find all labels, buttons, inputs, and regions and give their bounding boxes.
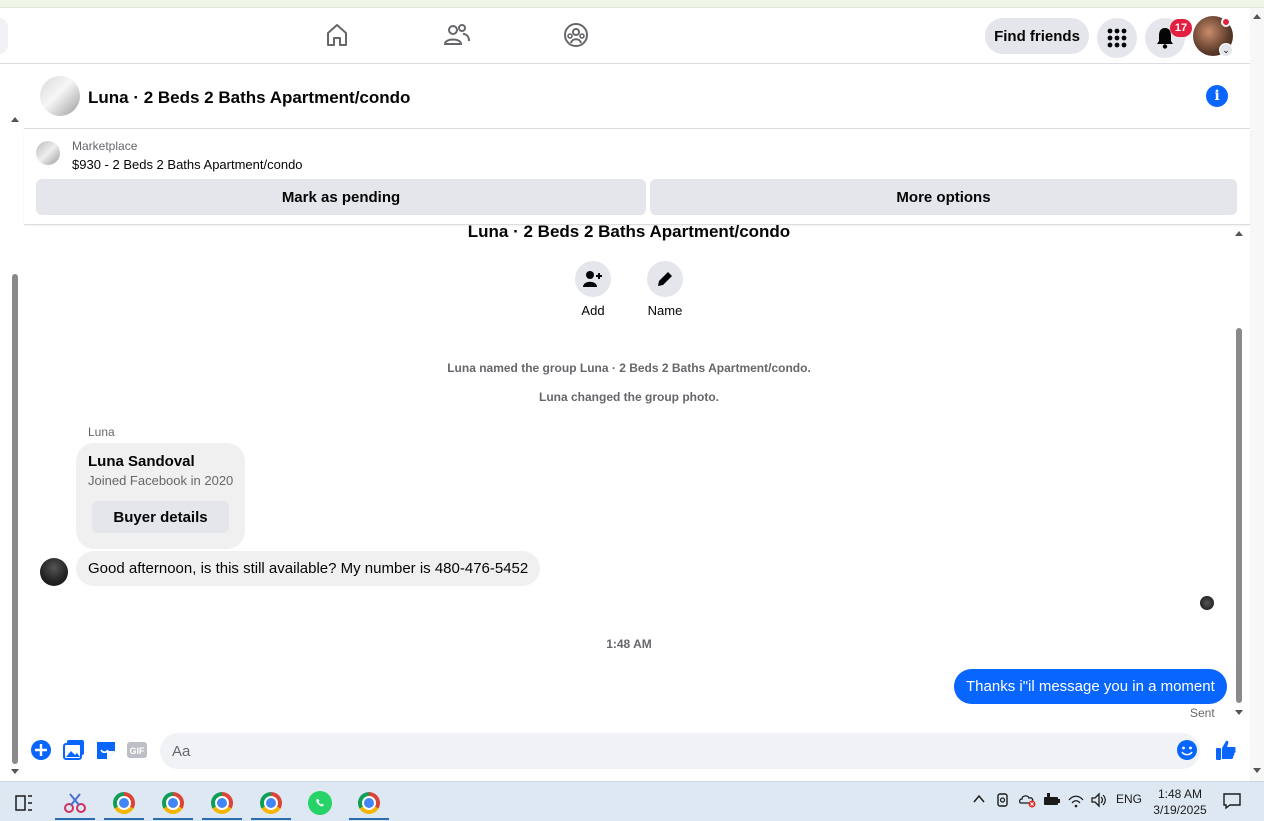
system-message: Luna changed the group photo.: [539, 390, 719, 404]
meet-now-icon[interactable]: [996, 792, 1010, 811]
plus-circle-icon[interactable]: [30, 739, 52, 761]
sender-avatar[interactable]: [40, 558, 68, 586]
buyer-details-button[interactable]: Buyer details: [92, 501, 229, 533]
chevron-up-icon[interactable]: [972, 792, 986, 809]
buyer-name: Luna Sandoval: [88, 453, 195, 470]
marketplace-label: Marketplace: [72, 139, 138, 153]
marketplace-bar: Marketplace $930 - 2 Beds 2 Baths Apartm…: [24, 129, 1250, 225]
clock-date: 3/19/2025: [1153, 803, 1207, 817]
chrome-icon[interactable]: [349, 786, 389, 820]
chrome-icon[interactable]: [104, 786, 144, 820]
incoming-message[interactable]: Good afternoon, is this still available?…: [76, 551, 541, 586]
chat-window: Luna · 2 Beds 2 Baths Apartment/condo i …: [24, 64, 1250, 781]
language-indicator[interactable]: ENG: [1116, 792, 1142, 806]
browser-top-strip: [0, 0, 1264, 8]
add-person-icon[interactable]: [575, 261, 611, 297]
home-icon[interactable]: [323, 21, 351, 49]
find-friends-button[interactable]: Find friends: [985, 18, 1089, 54]
wifi-icon[interactable]: [1067, 792, 1085, 811]
chat-header: Luna · 2 Beds 2 Baths Apartment/condo i: [24, 64, 1250, 129]
add-label: Add: [581, 303, 605, 318]
outer-scrollbar[interactable]: [8, 112, 22, 780]
sent-status: Sent: [1190, 706, 1215, 720]
battery-icon[interactable]: [1043, 792, 1061, 811]
thumbs-up-icon[interactable]: [1215, 739, 1237, 761]
system-message: Luna named the group Luna · 2 Beds 2 Bat…: [447, 361, 811, 375]
snipping-tool-icon[interactable]: [55, 786, 95, 820]
listing-summary[interactable]: $930 - 2 Beds 2 Baths Apartment/condo: [72, 157, 303, 172]
system-clock[interactable]: 1:48 AM 3/19/2025: [1150, 786, 1210, 818]
name-action[interactable]: Name: [635, 261, 695, 318]
chat-title[interactable]: Luna · 2 Beds 2 Baths Apartment/condo: [88, 88, 410, 108]
buyer-profile-card: Luna Sandoval Joined Facebook in 2020 Bu…: [76, 443, 245, 549]
notification-badge: 17: [1170, 19, 1192, 37]
listing-mini-thumbnail: [36, 141, 60, 165]
windows-taskbar: ENG 1:48 AM 3/19/2025: [0, 781, 1264, 821]
friends-icon[interactable]: [443, 21, 471, 49]
outgoing-message[interactable]: Thanks i"il message you in a moment: [954, 669, 1227, 704]
groups-icon[interactable]: [562, 21, 590, 49]
message-input[interactable]: [160, 733, 1200, 769]
chrome-icon[interactable]: [153, 786, 193, 820]
message-composer: GIF: [24, 726, 1250, 776]
clock-time: 1:48 AM: [1157, 787, 1203, 801]
page-scrollbar[interactable]: [1250, 8, 1264, 781]
chrome-icon[interactable]: [251, 786, 291, 820]
task-view-icon[interactable]: [4, 786, 44, 820]
chrome-icon[interactable]: [202, 786, 242, 820]
volume-icon[interactable]: [1090, 792, 1108, 811]
buyer-joined: Joined Facebook in 2020: [88, 473, 234, 488]
messages-scrollbar[interactable]: [1232, 226, 1246, 720]
add-action[interactable]: Add: [563, 261, 623, 318]
seen-indicator-avatar: [1200, 596, 1214, 610]
photo-icon[interactable]: [63, 739, 85, 761]
emoji-icon[interactable]: [1176, 739, 1198, 761]
top-navbar: Find friends 17 ⌄: [0, 8, 1250, 64]
whatsapp-icon[interactable]: [300, 786, 340, 820]
svg-text:GIF: GIF: [130, 746, 146, 756]
sender-name: Luna: [88, 425, 115, 439]
sticker-icon[interactable]: [95, 739, 117, 761]
pencil-icon[interactable]: [647, 261, 683, 297]
profile-status-dot: [1221, 17, 1231, 27]
menu-grid-icon[interactable]: [1097, 18, 1137, 58]
info-icon[interactable]: i: [1206, 85, 1228, 107]
mark-as-pending-button[interactable]: Mark as pending: [36, 179, 646, 215]
chevron-down-icon[interactable]: ⌄: [1219, 43, 1233, 57]
notification-center-icon[interactable]: [1222, 791, 1242, 814]
onedrive-error-icon[interactable]: [1018, 792, 1038, 811]
name-label: Name: [647, 303, 683, 318]
message-timestamp: 1:48 AM: [606, 637, 652, 651]
listing-thumbnail[interactable]: [40, 76, 80, 116]
group-title: Luna · 2 Beds 2 Baths Apartment/condo: [467, 222, 791, 241]
more-options-button[interactable]: More options: [650, 179, 1237, 215]
search-pill-edge[interactable]: [0, 18, 8, 54]
gif-icon[interactable]: GIF: [126, 739, 148, 761]
